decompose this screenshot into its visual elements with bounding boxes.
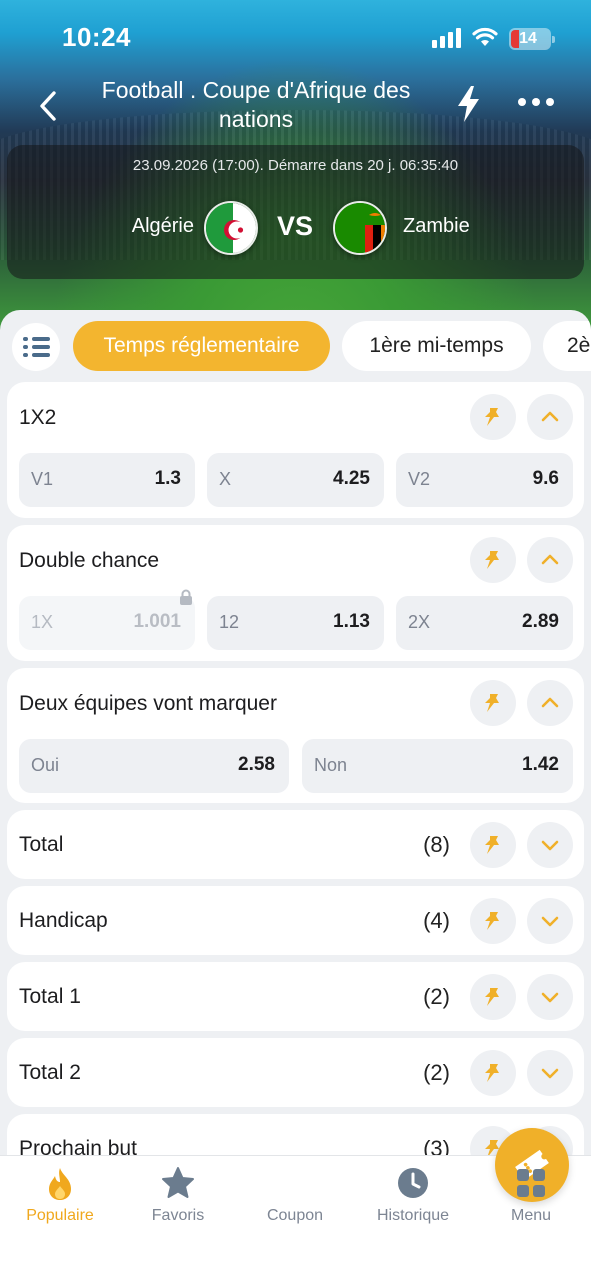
market-title: Handicap (19, 909, 108, 932)
nav-bar: Football . Coupe d'Afrique des nations (0, 74, 591, 138)
more-icon[interactable] (518, 98, 556, 110)
signal-icon (432, 28, 461, 48)
odd-button-locked: 1X 1.001 (19, 589, 195, 650)
odd-button[interactable]: 12 1.13 (207, 596, 384, 650)
match-header: 10:24 14 Football . Coupe d'Afrique des … (0, 0, 591, 330)
odd-label: X (219, 469, 232, 489)
flame-icon (49, 1168, 71, 1200)
market-total[interactable]: Total (8) (7, 810, 584, 879)
status-bar: 10:24 14 (0, 0, 591, 70)
chevron-down-icon[interactable] (527, 822, 573, 868)
chevron-left-icon[interactable] (34, 88, 64, 124)
market-count: (2) (423, 984, 450, 1009)
markets-sheet: Temps réglementaire 1ère mi-temps 2è 1X2… (0, 310, 591, 1155)
pin-icon[interactable] (470, 974, 516, 1020)
nav-label: Populaire (26, 1207, 94, 1224)
odd-value: 1.3 (154, 468, 181, 489)
tab-second-half[interactable]: 2è (543, 321, 591, 371)
odd-button[interactable]: Non 1.42 (302, 739, 573, 793)
pin-icon[interactable] (470, 394, 516, 440)
chevron-up-icon[interactable] (527, 680, 573, 726)
battery-level: 14 (519, 30, 537, 47)
chevron-up-icon[interactable] (527, 537, 573, 583)
match-card: 23.09.2026 (17:00). Démarre dans 20 j. 0… (7, 145, 584, 279)
nav-label: Favoris (151, 1207, 205, 1224)
odd-button[interactable]: X 4.25 (207, 453, 384, 507)
bottom-nav: Populaire Favoris Coupon Historique Menu (0, 1128, 591, 1280)
star-icon (162, 1167, 194, 1198)
nav-label: Menu (510, 1207, 552, 1224)
nav-historique[interactable]: Historique (354, 1156, 472, 1246)
list-menu-icon[interactable] (12, 323, 60, 371)
market-count: (4) (423, 908, 450, 933)
algeria-flag-icon (204, 201, 258, 255)
odd-label: 12 (219, 612, 240, 632)
odd-label: V1 (31, 469, 54, 489)
odd-button[interactable]: Oui 2.58 (19, 739, 289, 793)
odd-button[interactable]: V1 1.3 (19, 453, 195, 507)
market-title: Prochain but (19, 1137, 137, 1155)
odd-value: 1.13 (333, 611, 370, 632)
odd-label: Non (314, 755, 348, 775)
chevron-down-icon[interactable] (527, 898, 573, 944)
nav-coupon[interactable]: Coupon (236, 1128, 569, 1246)
market-1x2: 1X2 V1 1.3 X 4.25 V2 9.6 (7, 382, 584, 518)
chevron-down-icon[interactable] (527, 1050, 573, 1096)
market-total-2[interactable]: Total 2 (2) (7, 1038, 584, 1107)
odd-value: 2.58 (238, 754, 275, 775)
market-title: Total 2 (19, 1061, 81, 1084)
tab-temps-reglementaire[interactable]: Temps réglementaire (73, 321, 330, 371)
wifi-icon (472, 27, 498, 46)
nav-label: Coupon (266, 1207, 324, 1224)
odd-value: 1.42 (522, 754, 559, 775)
team-home-name: Algérie (131, 215, 194, 237)
nav-populaire[interactable]: Populaire (1, 1156, 119, 1246)
odd-label: V2 (408, 469, 431, 489)
odd-value: 9.6 (532, 468, 559, 489)
market-count: (3) (423, 1136, 450, 1155)
status-time: 10:24 (62, 22, 131, 52)
market-both-teams-score: Deux équipes vont marquer Oui 2.58 Non 1… (7, 668, 584, 803)
odd-label: 1X (31, 612, 54, 632)
lightning-icon[interactable] (452, 84, 484, 124)
nav-label: Historique (376, 1207, 450, 1224)
market-count: (2) (423, 1060, 450, 1085)
odd-label: Oui (31, 755, 60, 775)
market-title: 1X2 (19, 406, 57, 429)
market-title: Total 1 (19, 985, 81, 1008)
chevron-down-icon[interactable] (527, 974, 573, 1020)
market-double-chance: Double chance 1X 1.001 12 1.13 2X 2.89 (7, 525, 584, 661)
pin-icon[interactable] (470, 822, 516, 868)
odd-label: 2X (408, 612, 431, 632)
pin-icon[interactable] (470, 537, 516, 583)
market-total-1[interactable]: Total 1 (2) (7, 962, 584, 1031)
pin-icon[interactable] (470, 680, 516, 726)
market-title: Deux équipes vont marquer (19, 692, 277, 715)
page-title: Football . Coupe d'Afrique des nations (101, 77, 411, 132)
pin-icon[interactable] (470, 898, 516, 944)
battery-icon: 14 (509, 28, 555, 50)
team-away-name: Zambie (403, 215, 470, 237)
odd-value: 2.89 (522, 611, 559, 632)
tab-first-half[interactable]: 1ère mi-temps (342, 321, 531, 371)
market-handicap[interactable]: Handicap (4) (7, 886, 584, 955)
odd-button[interactable]: V2 9.6 (396, 453, 573, 507)
lock-icon (180, 589, 192, 605)
nav-favoris[interactable]: Favoris (119, 1156, 237, 1246)
clock-icon (398, 1168, 428, 1198)
market-title: Double chance (19, 549, 160, 572)
zambia-flag-icon (333, 201, 387, 255)
odd-value: 1.001 (133, 611, 181, 632)
market-title: Total (19, 833, 64, 856)
chevron-up-icon[interactable] (527, 394, 573, 440)
match-date: 23.09.2026 (17:00). Démarre dans 20 j. 0… (132, 157, 459, 174)
nav-menu[interactable]: Menu (472, 1156, 590, 1246)
period-tabs: Temps réglementaire 1ère mi-temps 2è (0, 321, 591, 371)
pin-icon[interactable] (470, 1050, 516, 1096)
odd-button[interactable]: 2X 2.89 (396, 596, 573, 650)
vs-label: VS (277, 211, 314, 241)
market-count: (8) (423, 832, 450, 857)
grid-icon (517, 1169, 545, 1197)
odd-value: 4.25 (333, 468, 370, 489)
